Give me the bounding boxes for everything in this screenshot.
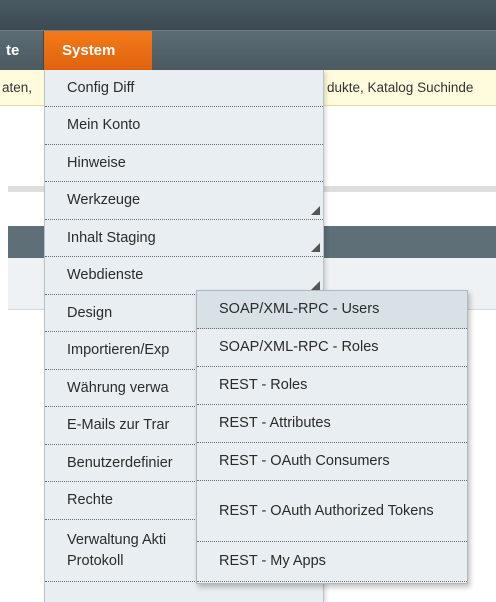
menu-item-label: Design xyxy=(67,304,113,321)
notice-text-right: dukte, Katalog Suchinde xyxy=(327,80,474,95)
submenu-item-label: REST - OAuth Consumers xyxy=(219,453,390,469)
menu-item-mein-konto[interactable]: Mein Konto xyxy=(45,107,323,145)
submenu-item-rest-roles[interactable]: REST - Roles xyxy=(197,367,467,405)
menu-item-label: Benutzerdefinier xyxy=(67,454,173,471)
menu-item-inhalt-staging[interactable]: Inhalt Staging xyxy=(45,220,323,257)
nav-item-system[interactable]: System xyxy=(44,31,152,71)
menu-item-label: Config Diff xyxy=(67,79,135,96)
submenu-item-label: SOAP/XML-RPC - Users xyxy=(219,301,380,317)
menu-item-config-diff[interactable]: Config Diff xyxy=(45,70,323,107)
menu-item-label: Verwaltung Akti Protokoll xyxy=(67,531,167,569)
submenu-item-label: SOAP/XML-RPC - Roles xyxy=(219,339,379,355)
menu-item-label: Webdienste xyxy=(67,267,144,283)
submenu-item-soap-roles[interactable]: SOAP/XML-RPC - Roles xyxy=(197,329,467,367)
submenu-item-rest-my-apps[interactable]: REST - My Apps xyxy=(197,542,467,582)
submenu-item-rest-oauth-tokens[interactable]: REST - OAuth Authorized Tokens xyxy=(197,481,467,542)
submenu-item-rest-oauth-consumers[interactable]: REST - OAuth Consumers xyxy=(197,443,467,481)
submenu-arrow-icon xyxy=(311,243,320,252)
menu-item-label: Werkzeuge xyxy=(67,192,141,208)
admin-header-bar xyxy=(0,0,496,30)
submenu-item-soap-users[interactable]: SOAP/XML-RPC - Users xyxy=(197,291,467,329)
menu-item-label: Importieren/Exp xyxy=(67,342,170,358)
webdienste-submenu: SOAP/XML-RPC - Users SOAP/XML-RPC - Role… xyxy=(196,290,468,584)
nav-item-previous[interactable]: te xyxy=(0,31,44,71)
main-navigation: te System xyxy=(0,30,496,71)
submenu-item-label: REST - OAuth Authorized Tokens xyxy=(219,502,434,519)
submenu-item-label: REST - My Apps xyxy=(219,553,326,569)
menu-item-label: Währung verwa xyxy=(67,379,169,396)
menu-item-label: Inhalt Staging xyxy=(67,229,156,246)
submenu-arrow-icon xyxy=(311,206,320,215)
menu-item-label: Mein Konto xyxy=(67,117,141,133)
menu-item-hinweise[interactable]: Hinweise xyxy=(45,145,323,182)
menu-item-label: Hinweise xyxy=(67,154,126,171)
menu-item-label: Rechte xyxy=(67,492,113,508)
menu-item-label: E-Mails zur Trar xyxy=(67,417,170,433)
notice-text-left: aten, xyxy=(2,80,33,95)
menu-item-werkzeuge[interactable]: Werkzeuge xyxy=(45,182,323,220)
submenu-item-label: REST - Roles xyxy=(219,377,308,393)
submenu-item-label: REST - Attributes xyxy=(219,415,331,431)
submenu-item-rest-attributes[interactable]: REST - Attributes xyxy=(197,405,467,443)
